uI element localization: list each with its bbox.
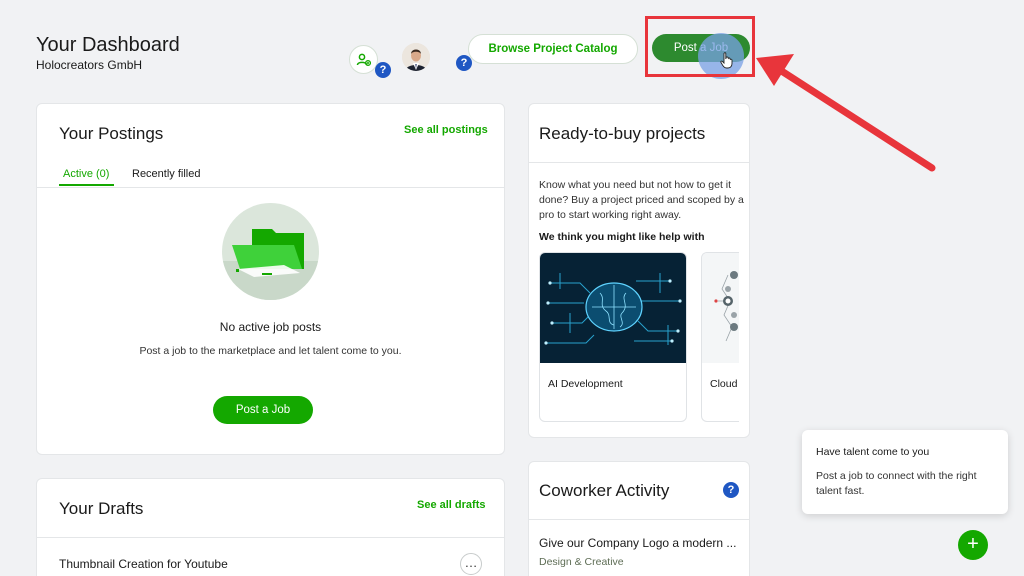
post-job-button[interactable]: Post a Job xyxy=(213,396,313,424)
plus-icon[interactable]: + xyxy=(958,530,988,560)
tab-active[interactable]: Active (0) xyxy=(63,168,109,180)
see-all-drafts-link[interactable]: See all drafts xyxy=(417,499,485,511)
ai-brain-image xyxy=(540,253,686,363)
empty-state-description: Post a job to the marketplace and let ta… xyxy=(139,345,402,357)
more-icon[interactable]: … xyxy=(460,553,482,575)
highlight-box xyxy=(645,16,755,77)
avatar[interactable] xyxy=(402,43,430,71)
page-title: Your Dashboard xyxy=(36,34,180,56)
coworker-activity-category: Design & Creative xyxy=(539,556,624,568)
cursor-hand-icon xyxy=(720,52,733,69)
company-name: Holocreators GmbH xyxy=(36,58,143,72)
tab-divider xyxy=(37,187,504,188)
folder-illustration-icon xyxy=(222,203,319,300)
active-tab-indicator xyxy=(59,184,114,186)
pointer-arrow xyxy=(756,54,936,172)
project-card-cloud[interactable]: Cloud xyxy=(701,252,739,422)
tooltip-body: Post a job to connect with the right tal… xyxy=(816,470,977,497)
project-label: AI Development xyxy=(548,378,623,390)
tab-recently-filled[interactable]: Recently filled xyxy=(132,168,200,180)
empty-state-title: No active job posts xyxy=(219,320,322,334)
drafts-title: Your Drafts xyxy=(59,499,144,518)
project-label: Cloud xyxy=(710,378,738,390)
browse-project-catalog-button[interactable]: Browse Project Catalog xyxy=(468,34,638,64)
draft-item-title[interactable]: Thumbnail Creation for Youtube xyxy=(59,557,228,571)
coworker-activity-item[interactable]: Give our Company Logo a modern ... xyxy=(539,536,744,550)
rtb-description: Know what you need but not how to get it… xyxy=(539,179,744,221)
team-icon[interactable] xyxy=(349,45,378,74)
project-card-ai[interactable]: AI Development xyxy=(539,252,687,422)
cloud-image xyxy=(702,253,739,363)
postings-title: Your Postings xyxy=(59,124,164,143)
talent-tooltip: Have talent come to you Post a job to co… xyxy=(802,430,1008,514)
coworker-title: Coworker Activity xyxy=(539,481,670,500)
help-icon[interactable]: ? xyxy=(375,62,391,78)
ready-to-buy-title: Ready-to-buy projects xyxy=(539,124,706,143)
coworker-divider xyxy=(529,519,749,520)
rtb-divider xyxy=(529,162,749,163)
help-icon[interactable]: ? xyxy=(723,482,739,498)
tooltip-title: Have talent come to you xyxy=(816,446,930,458)
see-all-postings-link[interactable]: See all postings xyxy=(404,124,488,136)
rtb-subheading: We think you might like help with xyxy=(539,231,705,243)
drafts-divider xyxy=(37,537,504,538)
